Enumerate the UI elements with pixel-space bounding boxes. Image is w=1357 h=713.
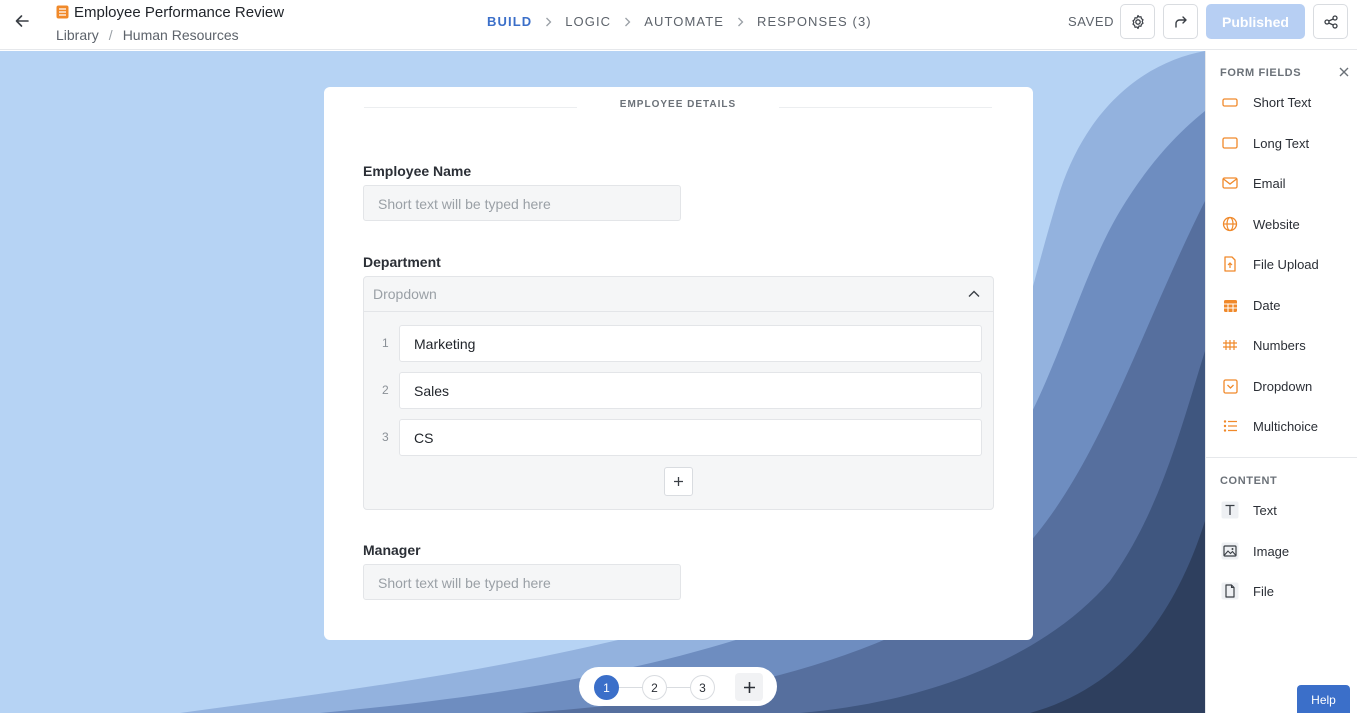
save-status: SAVED <box>1068 14 1115 29</box>
manager-label[interactable]: Manager <box>363 542 421 558</box>
field-website[interactable]: Website <box>1220 212 1350 236</box>
option-number: 2 <box>382 383 389 397</box>
content-label: File <box>1253 583 1274 599</box>
close-icon <box>1339 67 1349 77</box>
section-title[interactable]: EMPLOYEE DETAILS <box>364 99 992 110</box>
page-2-button[interactable]: 2 <box>642 675 667 700</box>
top-header: Employee Performance Review Library / Hu… <box>0 0 1357 50</box>
form-canvas: EMPLOYEE DETAILS Employee Name Short tex… <box>0 51 1205 713</box>
field-email[interactable]: Email <box>1220 171 1350 195</box>
field-dropdown[interactable]: Dropdown <box>1220 374 1350 398</box>
long-text-icon <box>1220 133 1240 153</box>
share-icon <box>1323 14 1338 29</box>
close-sidebar-button[interactable] <box>1337 65 1351 79</box>
text-icon <box>1220 500 1240 520</box>
field-label: Multichoice <box>1253 418 1319 434</box>
field-label: Dropdown <box>1253 378 1313 394</box>
option-input-sales[interactable]: Sales <box>399 372 982 409</box>
content-file[interactable]: File <box>1220 579 1350 603</box>
form-title[interactable]: Employee Performance Review <box>74 4 284 21</box>
dropdown-option-row: 2 Sales <box>364 372 993 409</box>
department-dropdown: Dropdown 1 Marketing 2 Sales 3 CS <box>363 276 994 510</box>
step-logic[interactable]: LOGIC <box>565 14 611 29</box>
option-input-marketing[interactable]: Marketing <box>399 325 982 362</box>
dropdown-placeholder: Dropdown <box>373 286 437 302</box>
dropdown-option-row: 3 CS <box>364 419 993 456</box>
file-upload-icon <box>1220 254 1240 274</box>
department-label[interactable]: Department <box>363 254 441 270</box>
form-fields-sidebar: FORM FIELDS Short Text Long Text Email W… <box>1205 51 1357 713</box>
globe-icon <box>1220 214 1240 234</box>
field-date[interactable]: Date <box>1220 293 1350 317</box>
plus-icon <box>743 681 755 693</box>
list-icon <box>1220 416 1240 436</box>
short-text-icon <box>1220 92 1240 112</box>
chevron-up-icon <box>968 290 980 297</box>
form-page-card: EMPLOYEE DETAILS Employee Name Short tex… <box>324 87 1033 640</box>
add-option-button[interactable] <box>664 467 693 496</box>
numbers-icon <box>1220 335 1240 355</box>
field-short-text[interactable]: Short Text <box>1220 90 1350 114</box>
form-title-block: Employee Performance Review Library / Hu… <box>56 3 284 44</box>
content-text[interactable]: Text <box>1220 498 1350 522</box>
arrow-left-icon <box>15 15 29 27</box>
field-label: Long Text <box>1253 135 1310 151</box>
form-icon <box>56 5 69 19</box>
plus-icon <box>674 477 683 486</box>
chevron-right-icon <box>737 17 744 27</box>
chevron-right-icon <box>624 17 631 27</box>
breadcrumb: Library / Human Resources <box>56 27 284 43</box>
option-input-cs[interactable]: CS <box>399 419 982 456</box>
form-fields-heading: FORM FIELDS <box>1220 67 1302 79</box>
field-numbers[interactable]: Numbers <box>1220 333 1350 357</box>
field-label: Website <box>1253 216 1300 232</box>
field-label: Date <box>1253 297 1281 313</box>
builder-steps: BUILD LOGIC AUTOMATE RESPONSES (3) <box>487 14 872 29</box>
field-label: Email <box>1253 175 1286 191</box>
option-number: 1 <box>382 336 389 350</box>
share-button[interactable] <box>1313 4 1348 39</box>
field-label: File Upload <box>1253 256 1319 272</box>
image-icon <box>1220 541 1240 561</box>
field-label: Short Text <box>1253 94 1312 110</box>
chevron-right-icon <box>545 17 552 27</box>
employee-name-label[interactable]: Employee Name <box>363 163 471 179</box>
step-responses[interactable]: RESPONSES (3) <box>757 14 872 29</box>
share-redirect-button[interactable] <box>1163 4 1198 39</box>
email-icon <box>1220 173 1240 193</box>
breadcrumb-library[interactable]: Library <box>56 27 99 43</box>
field-file-upload[interactable]: File Upload <box>1220 252 1350 276</box>
step-build[interactable]: BUILD <box>487 14 532 29</box>
dropdown-header[interactable]: Dropdown <box>364 277 993 312</box>
settings-button[interactable] <box>1120 4 1155 39</box>
section-divider <box>779 107 992 108</box>
content-label: Text <box>1253 502 1277 518</box>
field-long-text[interactable]: Long Text <box>1220 131 1350 155</box>
file-icon <box>1220 581 1240 601</box>
breadcrumb-separator: / <box>108 27 113 43</box>
manager-input[interactable]: Short text will be typed here <box>363 564 681 600</box>
page-3-button[interactable]: 3 <box>690 675 715 700</box>
forward-arrow-icon <box>1174 15 1187 28</box>
help-button[interactable]: Help <box>1297 685 1350 713</box>
calendar-icon <box>1220 295 1240 315</box>
dropdown-option-row: 1 Marketing <box>364 325 993 362</box>
content-image[interactable]: Image <box>1220 539 1350 563</box>
field-multichoice[interactable]: Multichoice <box>1220 414 1350 438</box>
publish-button[interactable]: Published <box>1206 4 1305 39</box>
dropdown-icon <box>1220 376 1240 396</box>
content-heading: CONTENT <box>1220 475 1278 487</box>
breadcrumb-human-resources[interactable]: Human Resources <box>123 27 239 43</box>
field-label: Numbers <box>1253 337 1306 353</box>
content-label: Image <box>1253 543 1290 559</box>
step-automate[interactable]: AUTOMATE <box>644 14 724 29</box>
add-page-button[interactable] <box>735 673 763 701</box>
sidebar-divider <box>1206 457 1357 458</box>
gear-icon <box>1131 14 1144 29</box>
back-button[interactable] <box>12 11 32 31</box>
page-navigator: 1 2 3 <box>579 667 777 706</box>
option-number: 3 <box>382 430 389 444</box>
employee-name-input[interactable]: Short text will be typed here <box>363 185 681 221</box>
page-1-button[interactable]: 1 <box>594 675 619 700</box>
